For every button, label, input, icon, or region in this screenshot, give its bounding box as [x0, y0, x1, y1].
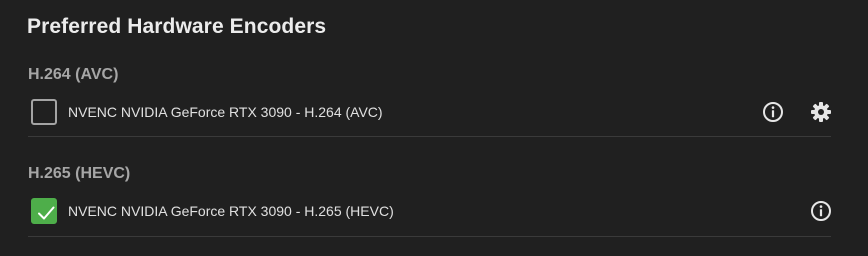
section-title-h264: H.264 (AVC) — [28, 66, 119, 83]
encoder-label-h265: NVENC NVIDIA GeForce RTX 3090 - H.265 (H… — [68, 203, 394, 219]
encoder-row-h264: NVENC NVIDIA GeForce RTX 3090 - H.264 (A… — [28, 93, 831, 131]
encoder-checkbox-h265[interactable] — [31, 198, 57, 224]
info-icon[interactable] — [761, 100, 785, 124]
encoder-label-h264: NVENC NVIDIA GeForce RTX 3090 - H.264 (A… — [68, 104, 383, 120]
row-divider — [28, 236, 831, 237]
encoder-checkbox-h264[interactable] — [31, 99, 57, 125]
encoder-row-h265: NVENC NVIDIA GeForce RTX 3090 - H.265 (H… — [28, 192, 831, 230]
page-title: Preferred Hardware Encoders — [27, 15, 327, 38]
preferred-encoders-panel: Preferred Hardware Encoders H.264 (AVC) … — [0, 0, 868, 256]
gear-icon[interactable] — [809, 100, 833, 124]
section-title-h265: H.265 (HEVC) — [28, 165, 131, 182]
row-divider — [28, 136, 831, 137]
checkmark-icon — [38, 206, 55, 220]
info-icon[interactable] — [809, 199, 833, 223]
